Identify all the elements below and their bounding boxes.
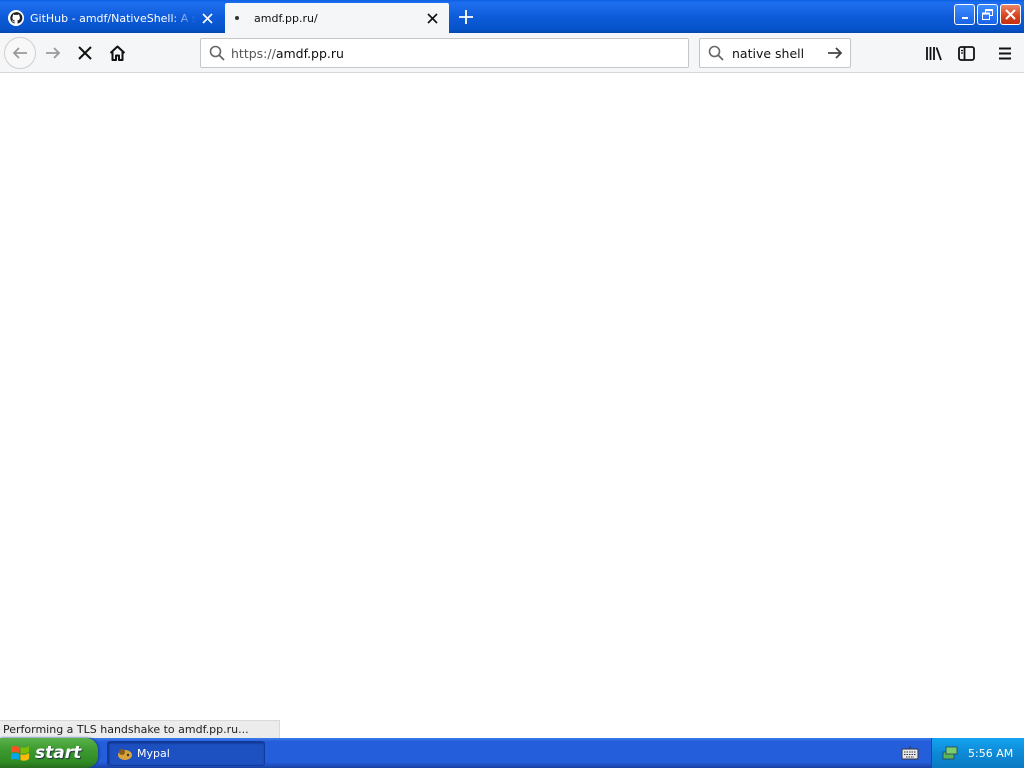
system-tray: 5:56 AM — [931, 738, 1024, 768]
arrow-right-icon — [46, 47, 61, 59]
search-icon — [708, 45, 724, 61]
back-button[interactable] — [4, 37, 36, 69]
library-button[interactable] — [919, 38, 949, 68]
page-content: Performing a TLS handshake to amdf.pp.ru… — [0, 74, 1024, 738]
restore-icon — [982, 9, 993, 20]
taskbar-item-mypal[interactable]: Mypal — [107, 741, 265, 766]
keyboard-icon[interactable] — [901, 745, 919, 761]
close-tab-icon[interactable] — [424, 10, 440, 26]
tab-github[interactable]: GitHub - amdf/NativeShell: A shell — [0, 3, 224, 33]
close-icon — [1005, 9, 1016, 20]
forward-button[interactable] — [38, 38, 68, 68]
status-text: Performing a TLS handshake to amdf.pp.ru… — [0, 720, 280, 738]
start-button[interactable]: start — [0, 738, 98, 768]
new-tab-button[interactable] — [454, 6, 478, 28]
url-scheme: https:// — [231, 45, 276, 61]
tab-amdf[interactable]: amdf.pp.ru/ — [225, 3, 449, 33]
home-icon — [109, 45, 125, 61]
close-tab-icon[interactable] — [199, 10, 215, 26]
stop-button[interactable] — [70, 38, 100, 68]
start-label: start — [35, 743, 82, 763]
search-bar[interactable]: native shell — [699, 38, 851, 68]
sidebar-button[interactable] — [951, 38, 981, 68]
clock: 5:56 AM — [968, 746, 1014, 760]
minimize-icon — [961, 16, 968, 19]
plus-icon — [459, 10, 473, 24]
github-icon — [8, 10, 24, 26]
search-input[interactable]: native shell — [732, 46, 822, 61]
restore-button[interactable] — [977, 4, 998, 25]
windows-logo-icon — [11, 746, 29, 761]
mypal-icon — [118, 748, 132, 760]
url-host: amdf.pp.ru — [275, 45, 344, 61]
taskbar-item-label: Mypal — [137, 747, 170, 760]
hamburger-icon — [999, 47, 1011, 59]
menu-button[interactable] — [990, 38, 1020, 68]
search-go-button[interactable] — [822, 40, 848, 66]
arrow-left-icon — [12, 47, 27, 59]
desktop: GitHub - amdf/NativeShell: A shell amdf.… — [0, 0, 1024, 768]
nav-toolbar: https://amdf.pp.ru native shell — [0, 33, 1024, 73]
tab-title: amdf.pp.ru/ — [254, 11, 318, 25]
taskbar: start Mypal 5:56 AM — [0, 738, 1024, 768]
loading-dot-icon — [235, 16, 239, 20]
network-icon[interactable] — [942, 745, 958, 761]
close-window-button[interactable] — [1000, 4, 1021, 25]
minimize-button[interactable] — [954, 4, 975, 25]
library-icon — [926, 47, 942, 61]
arrow-right-icon — [828, 47, 843, 59]
url-text: https://amdf.pp.ru — [231, 46, 344, 61]
tab-strip: GitHub - amdf/NativeShell: A shell amdf.… — [0, 0, 1024, 33]
stop-icon — [78, 46, 92, 60]
search-icon — [209, 45, 225, 61]
tab-title: GitHub - amdf/NativeShell: A shell — [30, 11, 196, 25]
home-button[interactable] — [102, 38, 132, 68]
url-bar[interactable]: https://amdf.pp.ru — [200, 38, 689, 68]
sidebar-icon — [957, 45, 975, 61]
